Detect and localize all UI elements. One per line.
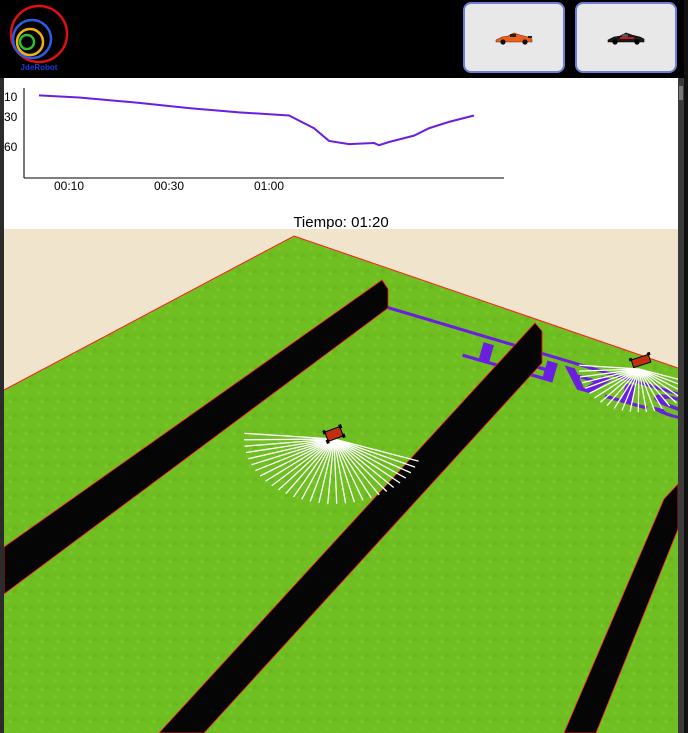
laser-ray bbox=[637, 368, 640, 413]
chart-x-tick-label: 01:00 bbox=[254, 179, 284, 193]
logo-text: JdeRobot bbox=[21, 63, 58, 72]
black-car-icon bbox=[607, 32, 645, 45]
circuit-scene: START bbox=[4, 229, 678, 733]
chart-y-tick-label: 60 bbox=[4, 140, 18, 154]
chart-y-tick-label: 10 bbox=[4, 90, 18, 104]
laser-ray bbox=[244, 438, 335, 441]
speed-chart: 10 30 60 00:10 00:30 01:00 bbox=[4, 88, 504, 193]
chart-panel: 10 30 60 00:10 00:30 01:00 Tiempo: 01:20 bbox=[4, 78, 678, 230]
orange-car-icon bbox=[495, 32, 533, 45]
black-car-button[interactable] bbox=[575, 2, 677, 73]
top-toolbar: JdeRobot bbox=[0, 0, 688, 76]
right-window-edge bbox=[684, 0, 688, 733]
chart-series-line bbox=[38, 94, 475, 147]
scrollbar-thumb[interactable] bbox=[679, 86, 683, 100]
timer-label: Tiempo: 01:20 bbox=[293, 214, 389, 230]
orange-car-button[interactable] bbox=[463, 2, 565, 73]
chart-x-tick-label: 00:10 bbox=[54, 179, 84, 193]
jderobot-logo-icon: JdeRobot bbox=[9, 4, 69, 72]
chart-y-tick-label: 30 bbox=[4, 110, 18, 124]
simulation-viewport[interactable]: START bbox=[4, 229, 678, 733]
chart-x-tick-label: 00:30 bbox=[154, 179, 184, 193]
